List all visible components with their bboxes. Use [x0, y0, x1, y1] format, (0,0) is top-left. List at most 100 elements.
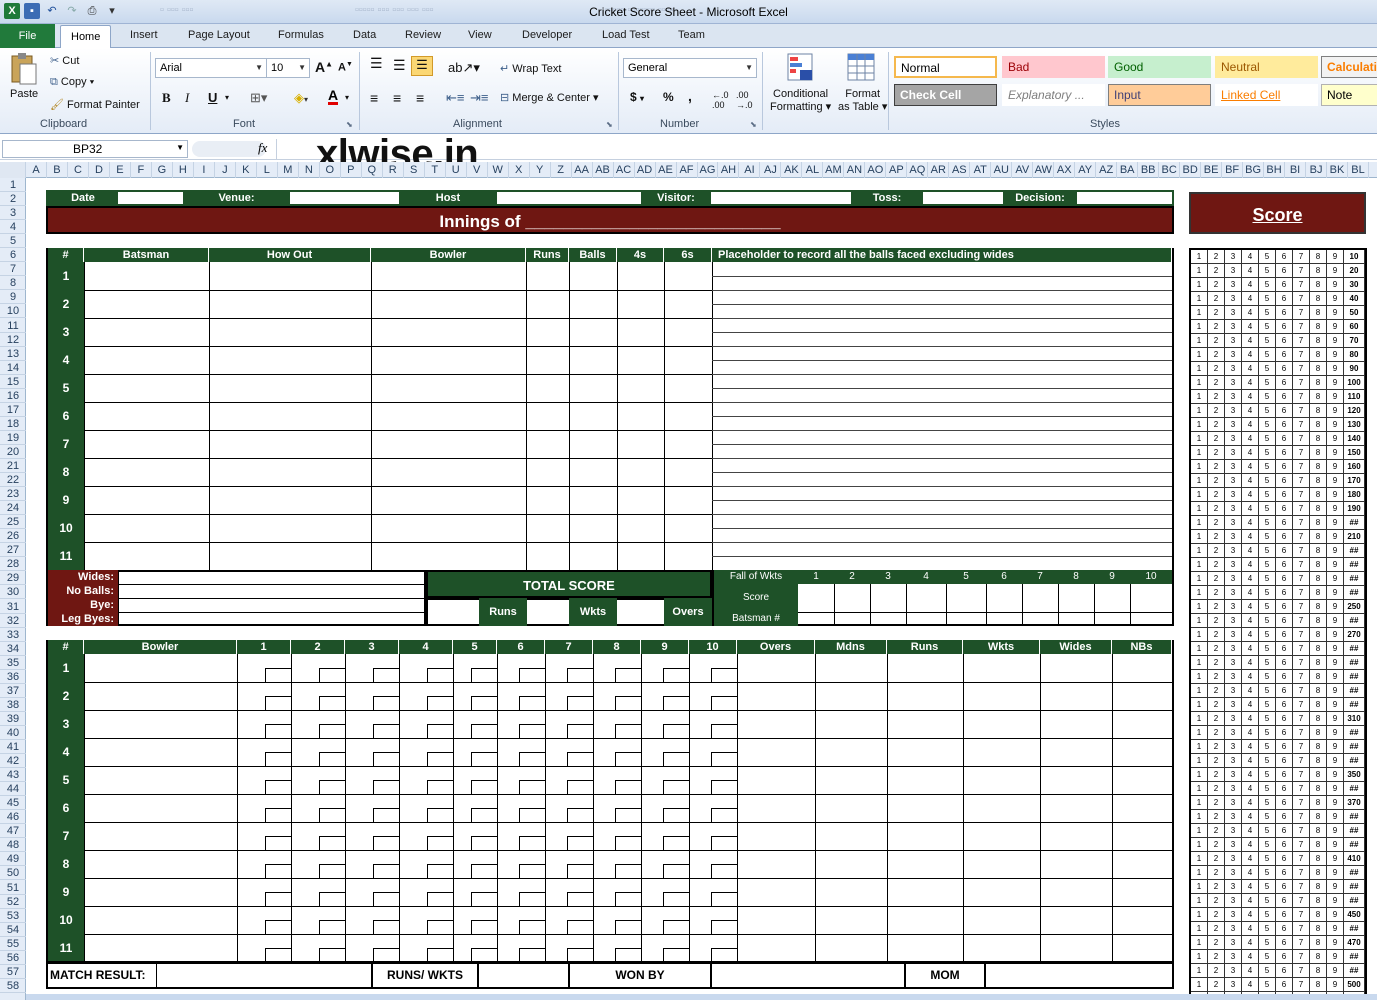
row-header[interactable]: 8: [0, 276, 26, 291]
row-header[interactable]: 29: [0, 571, 26, 586]
align-left-icon[interactable]: ≡: [370, 90, 378, 106]
column-header[interactable]: AD: [635, 162, 656, 178]
copy-button[interactable]: ⧉ Copy ▾: [50, 76, 94, 89]
column-header[interactable]: BC: [1159, 162, 1181, 178]
row-header[interactable]: 3: [0, 206, 26, 221]
tab-formulas[interactable]: Formulas: [278, 29, 324, 41]
column-header[interactable]: M: [278, 162, 299, 178]
align-bottom-icon[interactable]: ☰: [411, 56, 433, 76]
decrease-indent-icon[interactable]: ⇤≡: [446, 90, 464, 106]
row-header[interactable]: 11: [0, 319, 26, 333]
column-header[interactable]: AM: [823, 162, 845, 178]
row-header[interactable]: 4: [0, 220, 26, 235]
column-header[interactable]: AB: [593, 162, 614, 178]
row-header[interactable]: 2: [0, 192, 26, 207]
row-header[interactable]: 14: [0, 361, 26, 375]
name-box[interactable]: BP32 ▼: [2, 140, 188, 158]
row-header[interactable]: 44: [0, 782, 26, 797]
column-header[interactable]: AC: [614, 162, 635, 178]
tab-developer[interactable]: Developer: [522, 29, 572, 41]
column-header[interactable]: A: [26, 162, 47, 178]
merge-center-button[interactable]: ⊟ Merge & Center ▾: [500, 91, 599, 104]
column-header[interactable]: C: [68, 162, 89, 178]
column-header[interactable]: AR: [928, 162, 950, 178]
column-header[interactable]: BJ: [1306, 162, 1328, 178]
tab-load-test[interactable]: Load Test: [602, 29, 650, 41]
row-header[interactable]: 9: [0, 290, 26, 305]
row-header[interactable]: 30: [0, 585, 26, 600]
cell-style-linked-cell[interactable]: Linked Cell: [1215, 84, 1318, 106]
cell-style-normal[interactable]: Normal: [894, 56, 997, 78]
column-header[interactable]: AH: [718, 162, 740, 178]
row-header[interactable]: 24: [0, 501, 26, 516]
column-header[interactable]: D: [89, 162, 110, 178]
column-header[interactable]: BH: [1264, 162, 1286, 178]
column-header[interactable]: BK: [1327, 162, 1349, 178]
column-header[interactable]: AE: [656, 162, 677, 178]
column-header[interactable]: BB: [1138, 162, 1160, 178]
chevron-down-icon[interactable]: ▾: [225, 93, 229, 102]
font-color-icon[interactable]: A: [328, 88, 339, 105]
column-header[interactable]: AW: [1033, 162, 1055, 178]
column-header[interactable]: AP: [886, 162, 908, 178]
dialog-launcher-icon[interactable]: ⬊: [606, 120, 613, 129]
conditional-formatting-button[interactable]: Conditional Formatting ▾: [770, 88, 831, 114]
font-size-combo[interactable]: 10 ▼: [266, 58, 310, 78]
paste-icon[interactable]: [8, 52, 38, 86]
tab-insert[interactable]: Insert: [130, 29, 158, 41]
row-header[interactable]: 26: [0, 529, 26, 544]
cell-style-good[interactable]: Good: [1108, 56, 1211, 78]
underline-button[interactable]: U: [208, 90, 217, 105]
column-header[interactable]: G: [152, 162, 173, 178]
row-header[interactable]: 28: [0, 557, 26, 572]
align-right-icon[interactable]: ≡: [416, 90, 424, 106]
column-header[interactable]: AO: [865, 162, 887, 178]
italic-button[interactable]: I: [185, 90, 189, 106]
cell-style-input[interactable]: Input: [1108, 84, 1211, 106]
column-header[interactable]: X: [509, 162, 530, 178]
insert-function-button[interactable]: fx: [258, 140, 267, 156]
row-header[interactable]: 5: [0, 234, 26, 249]
column-header[interactable]: I: [194, 162, 215, 178]
tab-team[interactable]: Team: [678, 29, 705, 41]
row-header[interactable]: 1: [0, 178, 26, 192]
percent-button[interactable]: %: [663, 90, 674, 104]
column-header[interactable]: AS: [949, 162, 971, 178]
row-header[interactable]: 41: [0, 740, 26, 754]
row-header[interactable]: 54: [0, 923, 26, 937]
column-header[interactable]: AA: [572, 162, 593, 178]
row-header[interactable]: 16: [0, 389, 26, 403]
column-header[interactable]: N: [299, 162, 320, 178]
column-header[interactable]: B: [47, 162, 68, 178]
row-header[interactable]: 47: [0, 824, 26, 839]
cell-style-neutral[interactable]: Neutral: [1215, 56, 1318, 78]
row-header[interactable]: 38: [0, 698, 26, 712]
column-header[interactable]: U: [446, 162, 467, 178]
column-header[interactable]: BL: [1348, 162, 1369, 178]
align-center-icon[interactable]: ≡: [393, 90, 401, 106]
row-header[interactable]: 23: [0, 487, 26, 502]
row-header[interactable]: 39: [0, 712, 26, 726]
row-header[interactable]: 13: [0, 347, 26, 361]
tab-view[interactable]: View: [468, 29, 492, 41]
column-header[interactable]: AF: [677, 162, 698, 178]
grow-font-icon[interactable]: A▲: [315, 59, 333, 75]
row-header[interactable]: 32: [0, 614, 26, 628]
row-header[interactable]: 19: [0, 431, 26, 445]
row-header[interactable]: 42: [0, 754, 26, 769]
row-header[interactable]: 57: [0, 965, 26, 979]
column-header[interactable]: AY: [1075, 162, 1097, 178]
column-header[interactable]: P: [341, 162, 362, 178]
column-header[interactable]: BD: [1180, 162, 1202, 178]
paste-button[interactable]: Paste: [10, 88, 38, 100]
row-header[interactable]: 40: [0, 726, 26, 740]
row-header[interactable]: 18: [0, 417, 26, 431]
column-header[interactable]: V: [467, 162, 488, 178]
row-header[interactable]: 21: [0, 459, 26, 473]
column-header[interactable]: O: [320, 162, 341, 178]
tab-home[interactable]: Home: [60, 25, 112, 49]
comma-button[interactable]: ,: [688, 88, 692, 104]
row-header[interactable]: 20: [0, 445, 26, 459]
tab-file[interactable]: File: [0, 24, 55, 48]
cell-style-check-cell[interactable]: Check Cell: [894, 84, 997, 106]
